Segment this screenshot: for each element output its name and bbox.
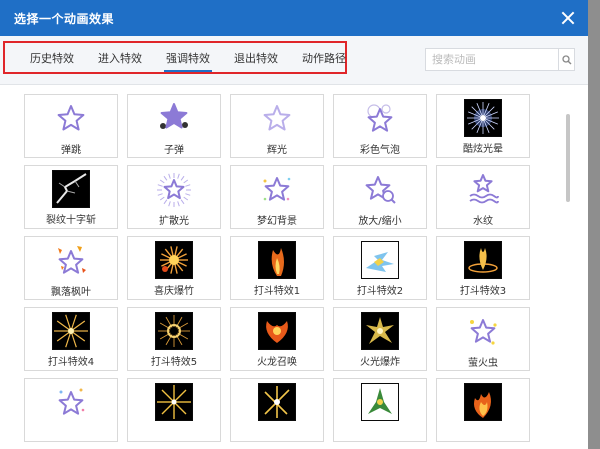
effect-card[interactable]: 火龙召唤: [230, 307, 324, 371]
effect-card[interactable]: 裂纹十字斩: [24, 165, 118, 229]
effect-card[interactable]: 酷炫光晕: [436, 94, 530, 158]
dialog-title: 选择一个动画效果: [14, 11, 115, 26]
effect-card[interactable]: 打斗特效1: [230, 236, 324, 300]
effect-card[interactable]: [436, 378, 530, 442]
fight-effect-3-icon: [464, 241, 502, 279]
fire-dragon-icon: [258, 312, 296, 350]
tab-1[interactable]: 历史特效: [18, 45, 86, 72]
effect-card[interactable]: 子弹: [127, 94, 221, 158]
effect-card[interactable]: [24, 378, 118, 442]
effect-card[interactable]: 喜庆爆竹: [127, 236, 221, 300]
effect-toolbar: 历史特效 进入特效 强调特效 退出特效 动作路径: [0, 36, 588, 85]
vertical-scrollbar[interactable]: [566, 114, 570, 202]
effect-label: 扩散光: [159, 216, 189, 227]
green-sparkle-icon: [361, 383, 399, 421]
effect-label: 打斗特效5: [150, 357, 198, 368]
effect-card[interactable]: 打斗特效4: [24, 307, 118, 371]
search-icon[interactable]: [558, 49, 574, 70]
effect-label: 喜庆爆竹: [154, 286, 194, 297]
gold-sparkle-1-icon: [155, 383, 193, 421]
effect-label: 火龙召唤: [257, 357, 297, 368]
effect-label: 酷炫光晕: [463, 144, 503, 155]
star-diffuse-icon: [154, 169, 194, 209]
effect-card[interactable]: [230, 378, 324, 442]
effect-label: 放大/缩小: [358, 216, 402, 227]
effect-label: 打斗特效4: [47, 357, 95, 368]
effect-card[interactable]: 火光爆炸: [333, 307, 427, 371]
effect-card[interactable]: 梦幻背景: [230, 165, 324, 229]
effect-label: 彩色气泡: [360, 145, 400, 156]
close-icon[interactable]: [560, 10, 576, 26]
tab-3[interactable]: 强调特效: [154, 45, 222, 72]
star-firefly-icon: [463, 311, 503, 351]
effect-card[interactable]: [333, 378, 427, 442]
effect-card[interactable]: 打斗特效3: [436, 236, 530, 300]
search-input[interactable]: [426, 49, 558, 70]
effect-label: 打斗特效1: [253, 286, 301, 297]
effect-card[interactable]: 水纹: [436, 165, 530, 229]
search-box: [425, 48, 575, 71]
star-glow-icon: [257, 98, 297, 138]
effect-label: 打斗特效2: [356, 286, 404, 297]
effect-card[interactable]: 辉光: [230, 94, 324, 158]
star-bubbles-icon: [360, 98, 400, 138]
effect-card[interactable]: 打斗特效5: [127, 307, 221, 371]
effect-card[interactable]: 弹跳: [24, 94, 118, 158]
star-dream-icon: [257, 169, 297, 209]
effect-label: 飘落枫叶: [51, 287, 91, 298]
effect-label: 梦幻背景: [257, 216, 297, 227]
animation-effect-dialog: 选择一个动画效果 历史特效进入特效强调特效退出特效动作路径 弹跳 子弹 辉光 彩色气泡…: [0, 0, 588, 449]
fight-effect-4-icon: [52, 312, 90, 350]
effect-tabs: 历史特效 进入特效 强调特效 退出特效 动作路径: [18, 45, 358, 72]
effect-card[interactable]: 打斗特效2: [333, 236, 427, 300]
effect-card[interactable]: 萤火虫: [436, 307, 530, 371]
star-maple-icon: [51, 240, 91, 280]
fight-effect-5-icon: [155, 312, 193, 350]
effect-label: 裂纹十字斩: [46, 215, 96, 226]
effect-label: 打斗特效3: [459, 286, 507, 297]
star-ripple-icon: [463, 169, 503, 209]
effect-card[interactable]: 飘落枫叶: [24, 236, 118, 300]
dialog-titlebar: 选择一个动画效果: [0, 0, 588, 36]
effect-label: 辉光: [267, 145, 287, 156]
effect-grid: 弹跳 子弹 辉光 彩色气泡 酷炫光晕裂纹十字斩 扩散光 梦幻背景 放大/缩小 水纹飘落枫叶 喜庆爆…: [24, 94, 530, 442]
effect-label: 子弹: [164, 145, 184, 156]
tab-5[interactable]: 动作路径: [290, 45, 358, 72]
star-zoom-icon: [360, 169, 400, 209]
effect-label: 弹跳: [61, 145, 81, 156]
fire-burst-icon: [464, 383, 502, 421]
effect-content: 弹跳 子弹 辉光 彩色气泡 酷炫光晕裂纹十字斩 扩散光 梦幻背景 放大/缩小 水纹飘落枫叶 喜庆爆…: [0, 85, 588, 449]
crack-slash-icon: [52, 170, 90, 208]
fight-effect-1-icon: [258, 241, 296, 279]
effect-label: 萤火虫: [468, 358, 498, 369]
fire-explosion-icon: [361, 312, 399, 350]
star-sparkle-icon: [51, 382, 91, 422]
fight-effect-2-icon: [361, 241, 399, 279]
effect-card[interactable]: 扩散光: [127, 165, 221, 229]
gold-sparkle-2-icon: [258, 383, 296, 421]
star-bullet-icon: [154, 98, 194, 138]
effect-label: 火光爆炸: [360, 357, 400, 368]
halo-icon: [464, 99, 502, 137]
effect-card[interactable]: 放大/缩小: [333, 165, 427, 229]
star-bounce-icon: [51, 98, 91, 138]
tab-4[interactable]: 退出特效: [222, 45, 290, 72]
effect-card[interactable]: [127, 378, 221, 442]
firecracker-icon: [155, 241, 193, 279]
effect-label: 水纹: [473, 216, 493, 227]
effect-card[interactable]: 彩色气泡: [333, 94, 427, 158]
tab-2[interactable]: 进入特效: [86, 45, 154, 72]
